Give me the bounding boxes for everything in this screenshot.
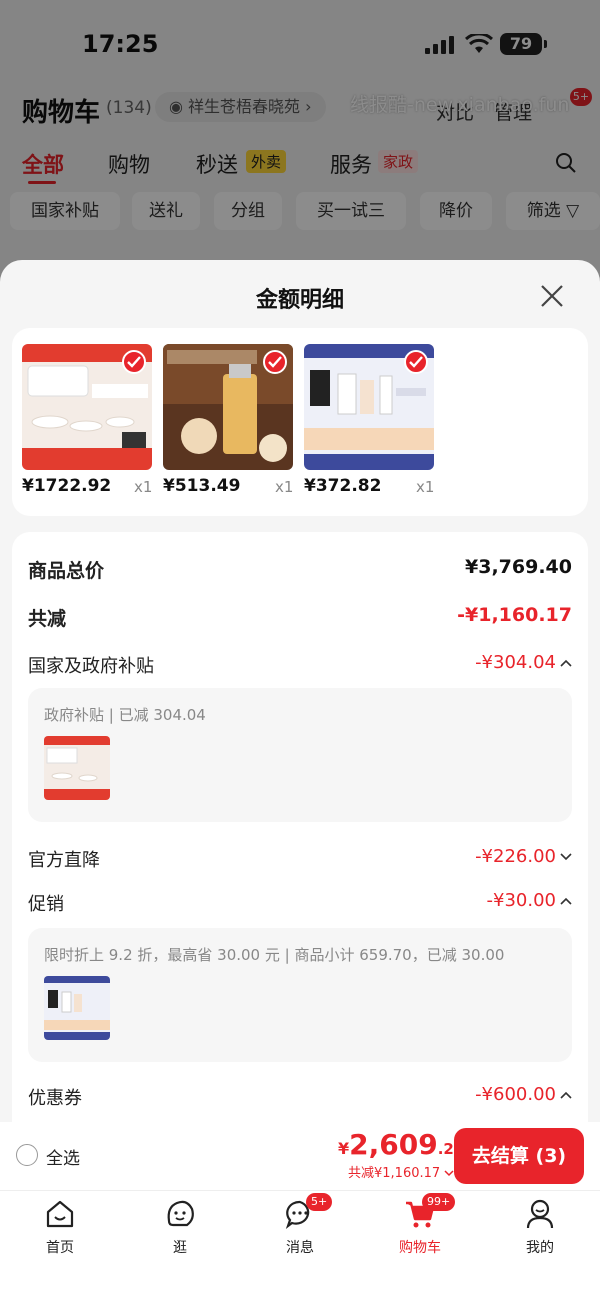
gov-subsidy-toggle[interactable]: -¥304.04 [475,652,572,673]
tab-profile-label: 我的 [526,1240,554,1256]
goods-total-label: 商品总价 [28,560,105,582]
chevron-up-icon [560,1091,572,1099]
promotion-amount: -¥30.00 [486,890,556,911]
product-thumbnail-skincare-set [44,976,110,1040]
bottom-tab-bar: 首页 逛 消息 5+ 购物车 99+ 我的 [0,1190,600,1303]
coupon-label: 优惠券 [28,1088,82,1109]
product-price: ¥372.82 [304,476,382,496]
tab-profile[interactable]: 我的 [500,1197,580,1257]
chevron-down-icon [444,1170,454,1177]
tab-home-label: 首页 [46,1240,74,1256]
total-reduction-label: 共减 [28,608,67,630]
selected-products: ¥1722.92 x1 ¥513.49 x1 ¥372.82 x1 [12,328,588,516]
tab-cart[interactable]: 购物车 99+ [380,1193,460,1257]
product-item[interactable]: ¥1722.92 x1 [22,344,153,496]
total-reduction-amount: -¥1,160.17 [457,604,572,626]
total-integer: 2,609 [349,1128,438,1161]
product-price: ¥1722.92 [22,476,112,496]
close-icon[interactable] [538,282,566,310]
promotion-detail-text: 限时折上 9.2 折，最高省 30.00 元 | 商品小计 659.70，已减 … [44,946,505,964]
chevron-down-icon [560,853,572,861]
gov-subsidy-detail-text: 政府补贴 | 已减 304.04 [44,706,206,724]
messages-badge: 5+ [306,1193,333,1211]
gov-subsidy-label: 国家及政府补贴 [28,656,154,677]
tab-home[interactable]: 首页 [20,1197,100,1257]
sheet-title: 金额明细 [255,288,344,313]
saved-amount-toggle[interactable]: 共减¥1,160.17 [348,1162,454,1181]
chevron-up-icon [560,897,572,905]
home-icon [46,1200,74,1228]
cart-badge: 99+ [422,1193,456,1211]
checked-icon [263,350,287,374]
product-item[interactable]: ¥372.82 x1 [304,344,435,496]
chevron-up-icon [560,659,572,667]
select-all-label[interactable]: 全选 [46,1144,80,1169]
tab-browse[interactable]: 逛 [140,1197,220,1257]
total-price: ¥2,609.23 [338,1128,464,1161]
product-quantity: x1 [134,478,153,496]
coupon-toggle[interactable]: -¥600.00 [475,1084,572,1105]
total-currency: ¥ [338,1139,350,1158]
tab-browse-label: 逛 [173,1240,187,1256]
tab-messages[interactable]: 消息 5+ [260,1193,340,1257]
official-discount-toggle[interactable]: -¥226.00 [475,846,572,867]
browse-icon [167,1200,194,1227]
saved-amount: 共减¥1,160.17 [348,1166,441,1181]
promotion-detail: 限时折上 9.2 折，最高省 30.00 元 | 商品小计 659.70，已减 … [28,928,572,1062]
product-price: ¥513.49 [163,476,241,496]
promotion-label: 促销 [28,894,64,915]
official-discount-label: 官方直降 [28,850,100,871]
promotion-toggle[interactable]: -¥30.00 [487,890,572,911]
gov-subsidy-amount: -¥304.04 [475,652,556,673]
select-all-radio[interactable] [16,1144,38,1166]
checked-icon [404,350,428,374]
product-thumbnail-ceiling-light [44,736,110,800]
checkout-bar: 全选 ¥2,609.23 共减¥1,160.17 去结算 (3) [0,1122,600,1190]
product-item[interactable]: ¥513.49 x1 [163,344,294,496]
gov-subsidy-detail: 政府补贴 | 已减 304.04 [28,688,572,822]
checked-icon [122,350,146,374]
tab-messages-label: 消息 [286,1240,314,1256]
profile-icon [526,1199,554,1229]
goods-total-amount: ¥3,769.40 [465,556,572,578]
official-discount-amount: -¥226.00 [475,846,556,867]
amount-detail-sheet: 金额明细 ¥1722.92 x1 ¥513.49 x1 ¥372.82 x1 商… [0,260,600,1130]
coupon-amount: -¥600.00 [475,1084,556,1105]
product-quantity: x1 [416,478,435,496]
product-quantity: x1 [275,478,294,496]
tab-cart-label: 购物车 [399,1240,441,1256]
checkout-button[interactable]: 去结算 (3) [454,1128,584,1184]
price-breakdown: 商品总价 ¥3,769.40 共减 -¥1,160.17 国家及政府补贴 -¥3… [12,532,588,1130]
